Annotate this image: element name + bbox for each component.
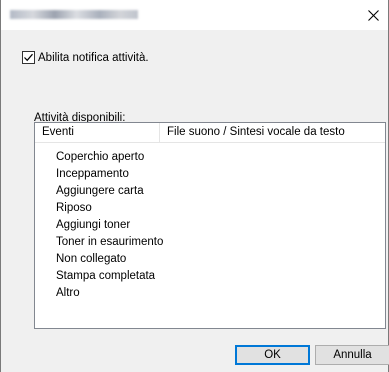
list-item[interactable]: Stampa completata (56, 268, 163, 285)
column-separator[interactable] (159, 123, 160, 142)
list-item[interactable]: Toner in esaurimento (56, 234, 163, 251)
close-icon (367, 9, 379, 21)
list-item[interactable]: Aggiungere carta (56, 183, 163, 200)
notification-settings-dialog: Abilita notifica attività. Attività disp… (0, 0, 389, 372)
enable-notification-checkbox[interactable] (22, 51, 35, 64)
enable-notification-label[interactable]: Abilita notifica attività. (38, 52, 149, 64)
column-header-sound-file[interactable]: File suono / Sintesi vocale da testo (167, 126, 345, 138)
enable-notification-option[interactable]: Abilita notifica attività. (22, 51, 149, 64)
list-item[interactable]: Coperchio aperto (56, 149, 163, 166)
ok-button[interactable]: OK (235, 345, 310, 365)
list-item[interactable]: Aggiungi toner (56, 217, 163, 234)
close-button[interactable] (358, 0, 388, 30)
list-item[interactable]: Inceppamento (56, 166, 163, 183)
list-item[interactable]: Riposo (56, 200, 163, 217)
checkmark-icon (24, 53, 33, 62)
event-items: Coperchio aperto Inceppamento Aggiungere… (56, 149, 163, 302)
column-header-events[interactable]: Eventi (42, 126, 74, 138)
list-item[interactable]: Non collegato (56, 251, 163, 268)
cancel-button[interactable]: Annulla (315, 345, 389, 365)
title-bar (1, 0, 388, 30)
events-list-view[interactable]: Eventi File suono / Sintesi vocale da te… (34, 122, 386, 329)
list-header: Eventi File suono / Sintesi vocale da te… (35, 123, 385, 143)
window-title-obscured (10, 10, 138, 19)
list-item[interactable]: Altro (56, 285, 163, 302)
